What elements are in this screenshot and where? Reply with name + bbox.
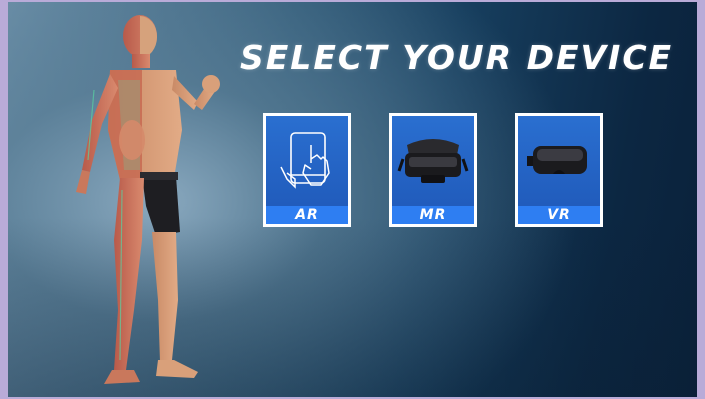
ar-tile-panel: AR	[266, 116, 348, 224]
mr-device-button[interactable]: MR	[389, 113, 477, 227]
ar-device-button[interactable]: AR	[263, 113, 351, 227]
vr-headset-icon	[527, 146, 587, 174]
ar-label-bar: AR	[266, 206, 348, 224]
mr-headset-icon	[397, 139, 469, 183]
device-select-screen: SELECT YOUR DEVICE AR MR VR	[8, 2, 697, 397]
app-frame: SELECT YOUR DEVICE AR MR VR	[0, 0, 705, 399]
mr-label-bar: MR	[392, 206, 474, 224]
mr-icon-area	[392, 116, 474, 206]
ar-label: AR	[295, 207, 319, 223]
tablet-touch-icon	[280, 132, 330, 189]
vr-label-bar: VR	[518, 206, 600, 224]
vr-device-button[interactable]: VR	[515, 113, 603, 227]
mr-label: MR	[419, 207, 447, 223]
vr-icon-area	[518, 116, 600, 206]
vr-tile-panel: VR	[518, 116, 600, 224]
ar-icon-area	[266, 116, 348, 206]
vr-label: VR	[547, 207, 571, 223]
anatomy-figure-image	[76, 15, 220, 384]
mr-tile-panel: MR	[392, 116, 474, 224]
page-title: SELECT YOUR DEVICE	[240, 38, 674, 77]
